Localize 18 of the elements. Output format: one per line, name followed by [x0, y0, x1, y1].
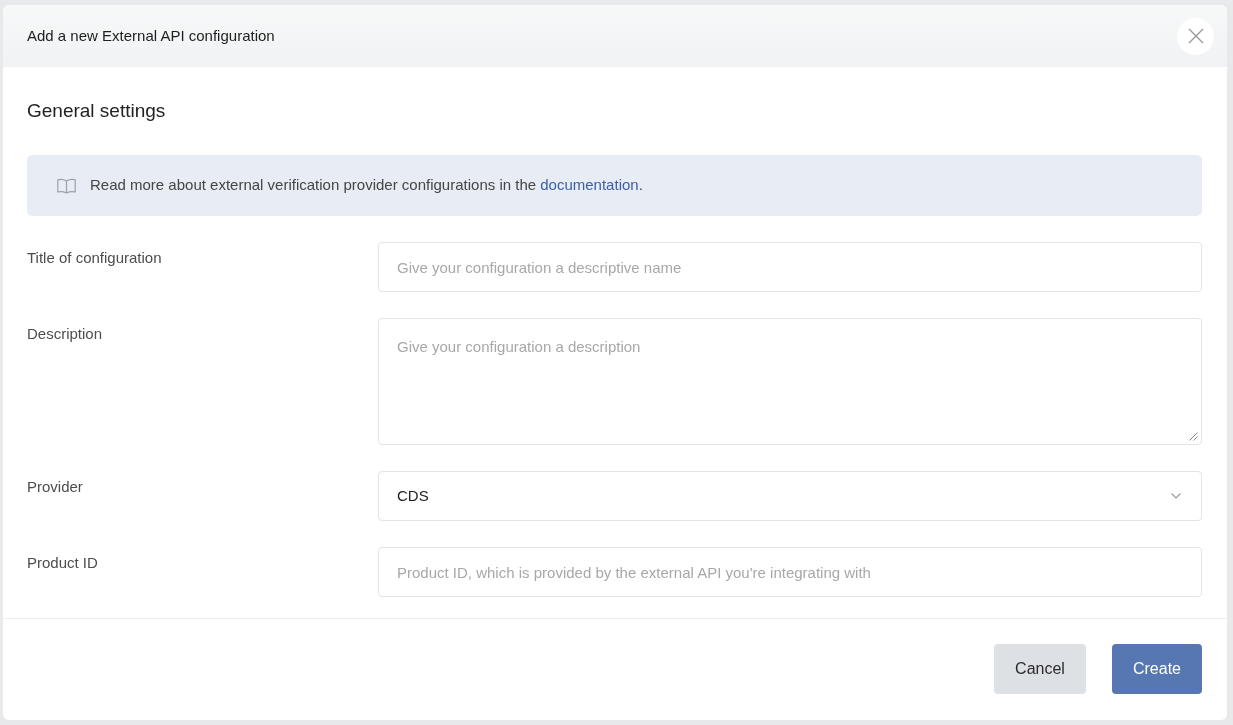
info-text: Read more about external verification provider configurations in the documentation.: [90, 175, 643, 196]
section-title: General settings: [27, 99, 167, 123]
create-button[interactable]: Create: [1112, 644, 1202, 694]
textarea-field[interactable]: Give your configuration a description: [378, 318, 1202, 445]
field-label: Description: [27, 324, 104, 344]
input-field[interactable]: Product ID, which is provided by the external API you're integrating with: [378, 547, 1202, 597]
dialog-title: Add a new External API configuration: [27, 27, 275, 45]
field-label: Provider: [27, 477, 84, 497]
input-field[interactable]: Give your configuration a descriptive name: [378, 242, 1202, 292]
close-icon: [1187, 28, 1204, 44]
cancel-button[interactable]: Cancel: [994, 644, 1086, 694]
field-label: Product ID: [27, 553, 99, 573]
provider-select[interactable]: CDS: [378, 471, 1202, 521]
book-icon: [57, 177, 76, 194]
chevron-down-icon: [1171, 493, 1181, 499]
resize-grip-icon[interactable]: [1189, 432, 1198, 441]
documentation-link[interactable]: documentation: [540, 176, 639, 194]
field-label: Title of configuration: [27, 248, 163, 268]
